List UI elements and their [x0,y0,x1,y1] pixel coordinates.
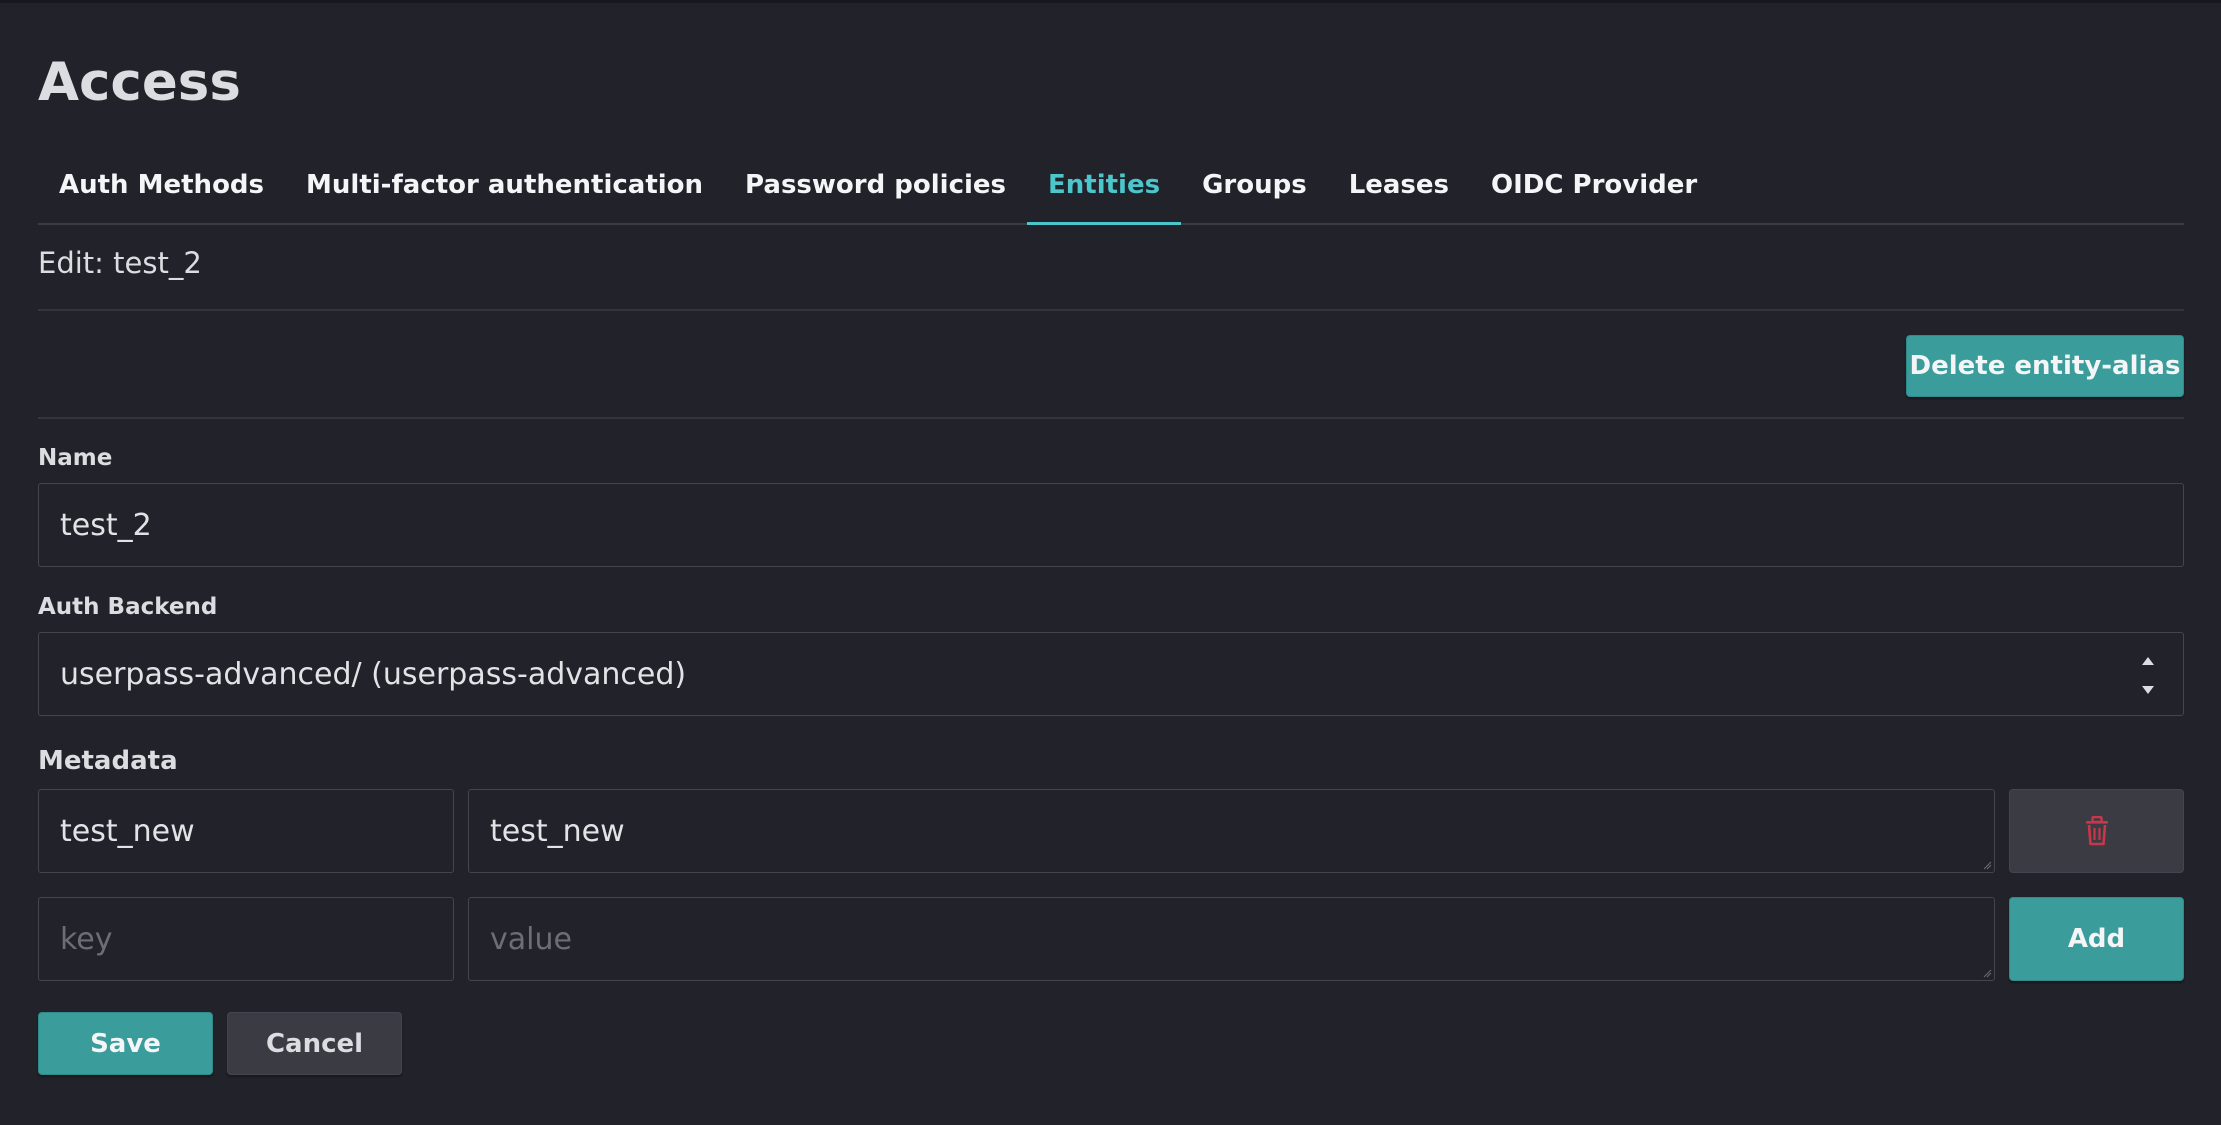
sort-arrows-icon [2142,657,2154,694]
tab-multi-factor-authentication[interactable]: Multi-factor authentication [285,155,724,223]
metadata-value-value: test_new [490,813,625,849]
metadata-label: Metadata [38,746,178,776]
cancel-button[interactable]: Cancel [227,1012,402,1075]
trash-icon [2085,816,2108,846]
page-title: Access [38,52,241,113]
auth-backend-value: userpass-advanced/ (userpass-advanced) [60,656,687,692]
new-metadata-value-placeholder: value [490,921,572,957]
metadata-key-value: test_new [60,813,195,849]
tab-auth-methods[interactable]: Auth Methods [38,155,285,223]
resize-grip-icon[interactable] [1982,860,1992,870]
page-subtitle: Edit: test_2 [38,246,202,280]
add-metadata-button[interactable]: Add [2009,897,2184,981]
tab-groups[interactable]: Groups [1181,155,1328,223]
resize-grip-icon[interactable] [1982,968,1992,978]
tab-oidc-provider[interactable]: OIDC Provider [1470,155,1718,223]
name-input[interactable]: test_2 [38,483,2184,567]
tab-password-policies[interactable]: Password policies [724,155,1027,223]
new-metadata-key-input[interactable]: key [38,897,454,981]
tab-leases[interactable]: Leases [1328,155,1470,223]
new-metadata-value-input[interactable]: value [468,897,1995,981]
name-label: Name [38,445,113,471]
tab-entities[interactable]: Entities [1027,155,1182,225]
metadata-value-input[interactable]: test_new [468,789,1995,873]
tab-bar: Auth Methods Multi-factor authentication… [38,155,2184,225]
metadata-key-input[interactable]: test_new [38,789,454,873]
access-page: Access Auth Methods Multi-factor authent… [0,0,2221,1125]
auth-backend-select[interactable]: userpass-advanced/ (userpass-advanced) [38,632,2184,716]
delete-entity-alias-button[interactable]: Delete entity-alias [1906,335,2184,397]
delete-metadata-button[interactable] [2009,789,2184,873]
auth-backend-label: Auth Backend [38,594,218,620]
name-input-value: test_2 [60,507,152,543]
toolbar-divider [38,417,2184,419]
header-divider [38,309,2184,311]
new-metadata-key-placeholder: key [60,921,113,957]
save-button[interactable]: Save [38,1012,213,1075]
